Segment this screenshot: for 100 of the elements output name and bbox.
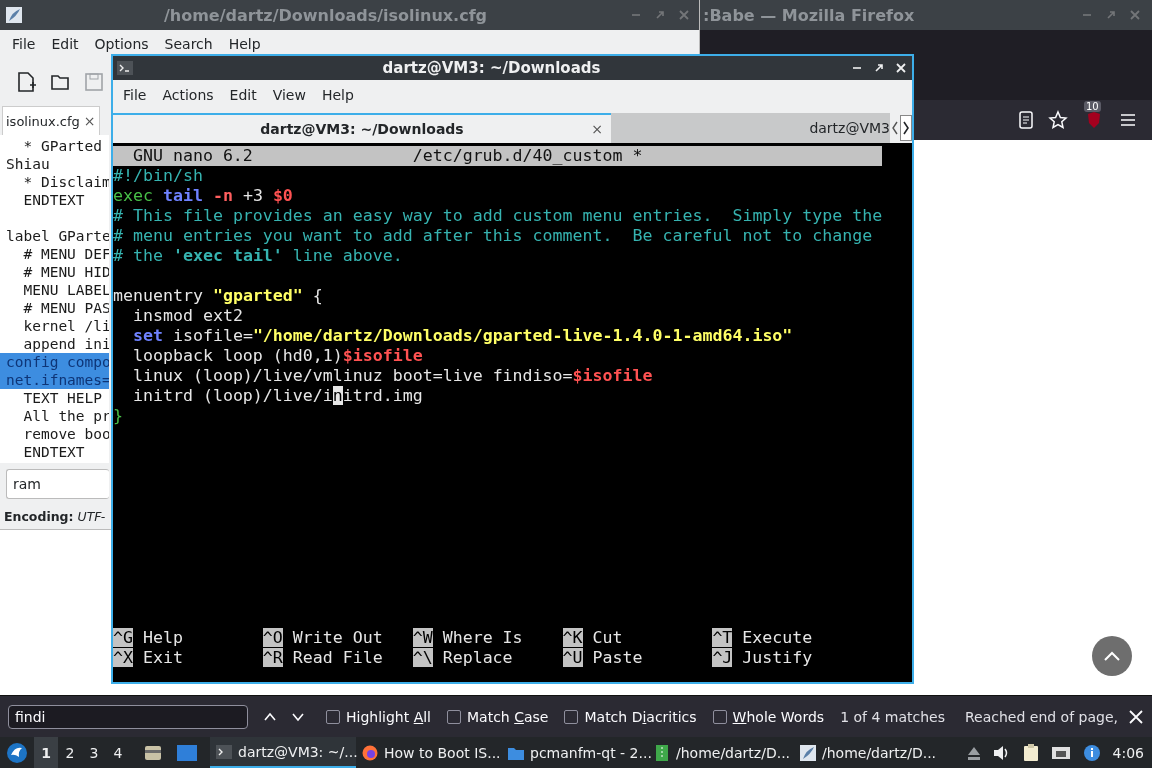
- code-line: # MENU PAS: [22, 299, 109, 317]
- close-icon[interactable]: [1128, 708, 1144, 725]
- menu-item[interactable]: File: [4, 36, 44, 52]
- taskbar-button[interactable]: dartz@VM3: ~/...: [210, 737, 356, 768]
- code-line: set isofile="/home/dartz/Downloads/gparted-live-1.4.0-1-amd64.iso": [131, 326, 794, 346]
- desktop-switch[interactable]: 4: [106, 737, 130, 768]
- checkbox[interactable]: [326, 709, 340, 724]
- taskbar-button[interactable]: How to Boot IS...: [356, 737, 502, 768]
- desktop-switch[interactable]: 2: [58, 737, 82, 768]
- shortcut-key: ^\: [412, 648, 433, 667]
- clipboard-icon[interactable]: [1022, 743, 1039, 762]
- code-line: append ini: [22, 335, 109, 353]
- network-icon[interactable]: [1050, 744, 1071, 761]
- shortcut-key: ^W: [412, 628, 433, 647]
- shortcut-label: Write Out: [292, 628, 383, 647]
- code-line: initrd (loop)/live/initrd.img: [131, 386, 424, 406]
- find-field[interactable]: findi: [8, 704, 248, 729]
- shortcut-label: Where Is: [442, 628, 523, 647]
- feather-icon: [6, 7, 22, 23]
- match-count: 1 of 4 matches: [840, 708, 945, 725]
- browser-icon: [362, 744, 378, 761]
- shortcut-key: ^R: [262, 648, 283, 667]
- shortcut-key: ^T: [712, 628, 733, 647]
- checkbox[interactable]: [447, 709, 461, 724]
- close-tab-button[interactable]: ×: [83, 113, 96, 129]
- shortcut-key: ^J: [712, 648, 733, 667]
- window-title: dartz@VM3: ~/Downloads: [381, 59, 602, 77]
- code-line: remove boo: [22, 425, 109, 443]
- find-status: Reached end of page,: [964, 708, 1119, 725]
- code-line: kernel /li: [22, 317, 109, 335]
- shortcut-label: Execute: [742, 628, 813, 647]
- checkbox-label: Match Case: [467, 708, 549, 725]
- terminal-tab[interactable]: dartz@VM3: ~/Downloads ×: [113, 113, 611, 143]
- checkbox-label: Whole Words: [732, 708, 825, 725]
- code-line: }: [113, 406, 124, 426]
- code-line: #!/bin/sh: [113, 166, 204, 186]
- menu-item[interactable]: Edit: [43, 36, 87, 52]
- code-line: # MENU DEF: [22, 245, 109, 263]
- info-icon[interactable]: [1082, 743, 1101, 762]
- window-title: /home/dartz/Downloads/isolinux.cfg: [162, 5, 489, 25]
- code-line: label GParte: [5, 227, 109, 245]
- reader-view-icon[interactable]: [1018, 111, 1034, 129]
- encoding-status: Encoding: UTF-: [4, 509, 107, 524]
- shortcut-label: Help: [143, 628, 183, 647]
- checkbox-label: Highlight All: [346, 708, 431, 725]
- feather-icon: [800, 744, 816, 761]
- taskbar-button[interactable]: /home/dartz/D...: [794, 737, 940, 768]
- shortcut-label: Justify: [742, 648, 813, 667]
- code-line: ENDTEXT: [22, 191, 86, 209]
- file-tab[interactable]: isolinux.cfg ×: [2, 106, 100, 135]
- code-line: TEXT HELP: [22, 389, 104, 407]
- shortcut-key: ^G: [113, 628, 133, 647]
- shortcut-label: Replace: [442, 648, 513, 667]
- menu-item[interactable]: View: [264, 87, 314, 103]
- star-icon[interactable]: [1048, 110, 1068, 130]
- code-line: # menu entries you want to add after this comment. Be careful not to change: [113, 226, 874, 246]
- clock: 4:06: [1112, 744, 1144, 761]
- chevron-right-icon[interactable]: [900, 115, 912, 141]
- code-line: ENDTEXT: [22, 443, 86, 461]
- terminal-screen[interactable]: [113, 143, 912, 682]
- code-line: loopback loop (hd0,1)$isofile: [131, 346, 424, 366]
- app-menu-icon[interactable]: [6, 741, 28, 764]
- checkbox[interactable]: [564, 709, 579, 724]
- archive-icon: [654, 744, 670, 761]
- menu-item[interactable]: File: [115, 87, 155, 103]
- terminal-tab[interactable]: dartz@VM3: [611, 113, 890, 143]
- scroll-top-button[interactable]: [1092, 636, 1132, 676]
- shortcut-label: Cut: [592, 628, 623, 647]
- search-field[interactable]: ram: [6, 469, 109, 499]
- checkbox[interactable]: [712, 709, 727, 724]
- new-file-icon[interactable]: [16, 70, 36, 93]
- code-line: exec tail -n +3 $0: [113, 186, 294, 206]
- menu-item[interactable]: Actions: [154, 87, 222, 103]
- desktop-switch[interactable]: 1: [34, 737, 58, 768]
- code-line: # MENU HID: [22, 263, 109, 281]
- code-line: menuentry "gparted" {: [113, 286, 324, 306]
- code-line: Shiau: [5, 155, 51, 173]
- shortcut-key: ^X: [113, 648, 133, 667]
- desktop-switch[interactable]: 3: [82, 737, 106, 768]
- menu-item[interactable]: Search: [156, 36, 221, 52]
- shortcut-key: ^O: [262, 628, 283, 647]
- shortcut-key: ^K: [562, 628, 583, 647]
- shortcut-key: ^U: [562, 648, 583, 667]
- menu-item[interactable]: Options: [86, 36, 157, 52]
- window-icon[interactable]: [176, 742, 198, 763]
- terminal-icon: [216, 743, 232, 760]
- code-line: insmod ext2: [131, 306, 244, 326]
- close-tab-button[interactable]: ×: [591, 121, 603, 137]
- shortcut-label: Paste: [592, 648, 643, 667]
- menu-item[interactable]: Help: [220, 36, 269, 52]
- code-line: linux (loop)/live/vmlinuz boot=live findiso=$isofile: [131, 366, 654, 386]
- code-line: # the 'exec tail' line above.: [113, 246, 404, 266]
- editor-version: GNU nano 6.2: [131, 146, 254, 166]
- close-icon[interactable]: [894, 61, 908, 75]
- chevron-up-icon: [1103, 650, 1121, 662]
- menu-item[interactable]: Help: [313, 87, 362, 103]
- menu-item[interactable]: Edit: [221, 87, 265, 103]
- file-name: /etc/grub.d/40_custom *: [412, 146, 643, 166]
- badge-count: 10: [1084, 101, 1101, 112]
- code-line: # This file provides an easy way to add custom menu entries. Simply type the: [113, 206, 884, 226]
